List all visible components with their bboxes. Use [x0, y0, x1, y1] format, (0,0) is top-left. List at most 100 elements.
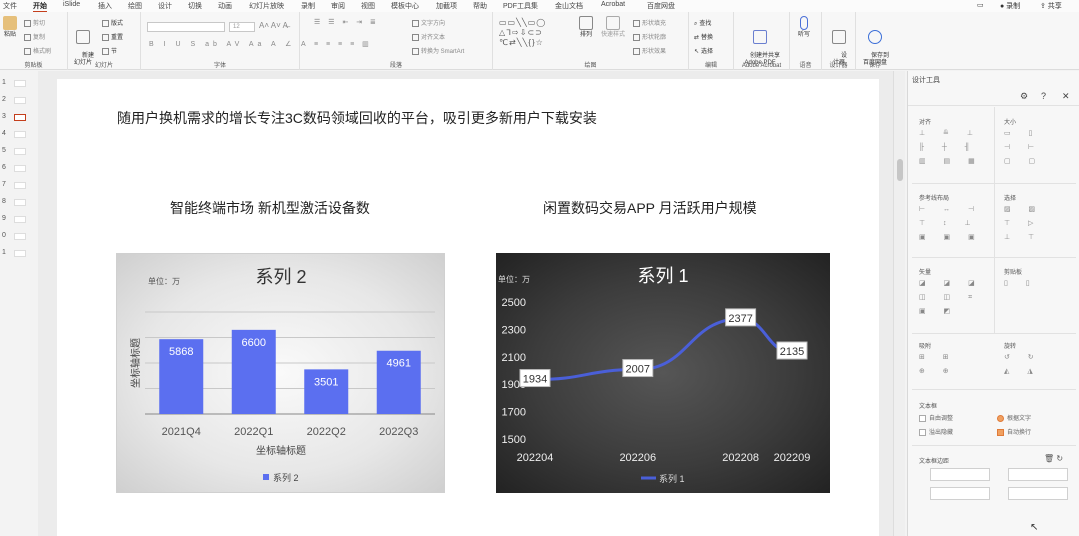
shape-fill-button[interactable]: 形状填充 — [633, 18, 666, 27]
menu-tab[interactable]: iSlide — [63, 1, 80, 8]
slide-thumbnail-rail: 1 2 3 4 5 6 7 8 9 0 1 — [0, 71, 38, 536]
bar-chart[interactable]: 系列 2 单位：万 5868 2021Q4 6600 2022Q1 3501 2022Q2 49… — [116, 253, 445, 493]
arrange-button[interactable]: 排列 — [579, 16, 593, 39]
comments-icon[interactable]: ▭ — [977, 1, 984, 9]
section-button[interactable]: 节 — [102, 46, 117, 55]
scrollbar-thumb[interactable] — [897, 159, 903, 181]
shape-outline-button[interactable]: 形状轮廓 — [633, 32, 666, 41]
vertical-scrollbar[interactable] — [893, 71, 905, 536]
margin-left-input[interactable] — [930, 468, 990, 481]
align-tools[interactable]: ⊥ ≞ ⊥ ╟ ┼ ╢ ▥ ▤ ▦ — [919, 127, 983, 169]
shape-effects-button[interactable]: 形状效果 — [633, 46, 666, 55]
margin-right-input[interactable] — [1008, 468, 1068, 481]
margin-top-input[interactable] — [930, 487, 990, 500]
slide-thumbnail[interactable]: 4 — [0, 129, 38, 139]
menu-tab[interactable]: 金山文档 — [555, 1, 583, 11]
auto-adjust-option[interactable]: 自由调整 — [919, 413, 953, 422]
menu-tab[interactable]: 百度网盘 — [647, 1, 675, 11]
select-button[interactable]: ↖ 选择 — [694, 46, 713, 55]
data-label: 1934 — [523, 374, 547, 386]
menu-tab[interactable]: 模板中心 — [391, 1, 419, 11]
menu-tab[interactable]: PDF工具集 — [503, 1, 538, 11]
menu-tab[interactable]: 动画 — [218, 1, 232, 11]
align-text-icon — [412, 33, 419, 41]
font-size-input[interactable]: 12 — [229, 22, 255, 32]
slide-thumbnail[interactable]: 3 — [0, 112, 38, 122]
section-rotate: 旋转 — [1004, 344, 1017, 350]
slide-thumbnail[interactable]: 2 — [0, 95, 38, 105]
menu-tab[interactable]: 切换 — [188, 1, 202, 11]
rotate-tools[interactable]: ↺ ↻ ◭ ◮ — [1004, 351, 1042, 379]
fit-text-option[interactable]: 根据文字 — [997, 413, 1031, 422]
smartart-button[interactable]: 转换为 SmartArt — [412, 46, 464, 55]
find-button[interactable]: ⌕ 查找 — [694, 18, 711, 28]
slide-thumbnail[interactable]: 5 — [0, 146, 38, 156]
slide-thumbnail[interactable]: 1 — [0, 78, 38, 88]
menu-tab[interactable]: 视图 — [361, 1, 375, 11]
size-tools[interactable]: ▭ ▯ ⊣ ⊢ ▢ ▢ — [1004, 127, 1043, 169]
line-chart[interactable]: 系列 1 单位：万 1500 1700 1900 2100 2300 2500 1934 2007… — [496, 253, 830, 493]
adsorb-tools[interactable]: ⊞ ⊞ ⊕ ⊕ — [919, 351, 957, 379]
menu-tab[interactable]: 文件 — [3, 1, 17, 11]
menu-tab[interactable]: 插入 — [98, 1, 112, 11]
format-painter-button[interactable]: 格式刷 — [24, 46, 51, 55]
slide-preview — [14, 148, 26, 155]
paste-button[interactable]: 粘贴 — [3, 16, 17, 39]
slide-thumbnail[interactable]: 7 — [0, 180, 38, 190]
menu-tab[interactable]: 开始 — [33, 1, 47, 13]
delete-icon[interactable]: 🗑 ↻ — [1044, 454, 1063, 463]
copy-button[interactable]: 复制 — [24, 32, 45, 41]
slide-title[interactable]: 随用户换机需求的增长专注3C数码领域回收的平台，吸引更多新用户下载安装 — [117, 108, 597, 128]
menu-tab[interactable]: 帮助 — [473, 1, 487, 11]
text-direction-button[interactable]: 文字方向 — [412, 18, 445, 27]
shape-gallery[interactable]: ▭▭╲╲▭◯ △ᒣ⇨⇩⊂⊃ ℃⇄╲╲{}☆ — [499, 18, 546, 48]
vector-tools[interactable]: ◪ ◪ ◪ ◫ ◫ ⌗ ▣ ◩ — [919, 277, 983, 319]
y-tick-label: 1500 — [502, 434, 526, 446]
auto-wrap-option[interactable]: 自动换行 — [997, 427, 1031, 436]
menu-tab[interactable]: 幻灯片放映 — [249, 1, 284, 11]
align-buttons[interactable]: ≡ ≡ ≡ ≡ ▥ — [314, 40, 372, 48]
align-text-button[interactable]: 对齐文本 — [412, 32, 445, 41]
reset-button[interactable]: 重置 — [102, 32, 123, 41]
slide-thumbnail[interactable]: 1 — [0, 248, 38, 258]
slide-thumbnail[interactable]: 8 — [0, 197, 38, 207]
menu-tab[interactable]: 审阅 — [331, 1, 345, 11]
panel-settings-icon[interactable]: ⚙ — [1020, 91, 1028, 102]
slide-number: 7 — [2, 181, 6, 188]
slide-preview — [14, 114, 26, 121]
right-chart-heading[interactable]: 闲置数码交易APP 月活跃用户规模 — [543, 198, 757, 218]
menu-tab[interactable]: 录制 — [301, 1, 315, 11]
menu-tab[interactable]: Acrobat — [601, 1, 625, 8]
replace-button[interactable]: ⇄ 替换 — [694, 32, 713, 41]
menu-tab[interactable]: 加截项 — [436, 1, 457, 11]
section-icon — [102, 47, 109, 55]
left-chart-heading[interactable]: 智能终端市场 新机型激活设备数 — [170, 198, 370, 218]
pen-icon — [633, 33, 640, 41]
dictate-button[interactable]: 听写 — [798, 16, 810, 39]
section-vector: 矢量 — [919, 270, 932, 276]
overflow-hide-option[interactable]: 溢出隐藏 — [919, 427, 953, 436]
menu-tab[interactable]: 设计 — [158, 1, 172, 11]
font-style-buttons[interactable]: B I U S ab AV Aa A ∠ A — [149, 40, 310, 48]
list-buttons[interactable]: ☰ ☰ ⇤ ⇥ ≣ — [314, 18, 379, 26]
select-tools[interactable]: ▨ ▨ ⊤ ▷ ⊥ ⊤ — [1004, 203, 1043, 245]
font-grow-shrink[interactable]: A˄ A˅ A̶ — [259, 21, 288, 30]
record-button[interactable]: ● 录制 — [1000, 1, 1020, 11]
smartart-icon — [412, 47, 419, 55]
font-family-input[interactable] — [147, 22, 225, 32]
menu-tab[interactable]: 绘图 — [128, 1, 142, 11]
layout-button[interactable]: 版式 — [102, 18, 123, 27]
slide-thumbnail[interactable]: 9 — [0, 214, 38, 224]
margin-bottom-input[interactable] — [1008, 487, 1068, 500]
chart-title: 系列 2 — [255, 267, 306, 287]
share-button[interactable]: ⇪ 共享 — [1040, 1, 1062, 11]
quick-styles-button[interactable]: 快速样式 — [601, 16, 625, 39]
guide-tools[interactable]: ⊢ ↔ ⊣ ⊤ ↕ ⊥ ▣ ▣ ▣ — [919, 203, 983, 245]
slide-thumbnail[interactable]: 6 — [0, 163, 38, 173]
panel-help-icon[interactable]: ? — [1041, 91, 1046, 101]
clipboard-tools[interactable]: ▯ ▯ — [1004, 277, 1038, 291]
panel-divider — [912, 445, 1076, 446]
slide-thumbnail[interactable]: 0 — [0, 231, 38, 241]
cut-button[interactable]: 剪切 — [24, 18, 45, 27]
panel-close-icon[interactable]: ✕ — [1062, 91, 1070, 102]
